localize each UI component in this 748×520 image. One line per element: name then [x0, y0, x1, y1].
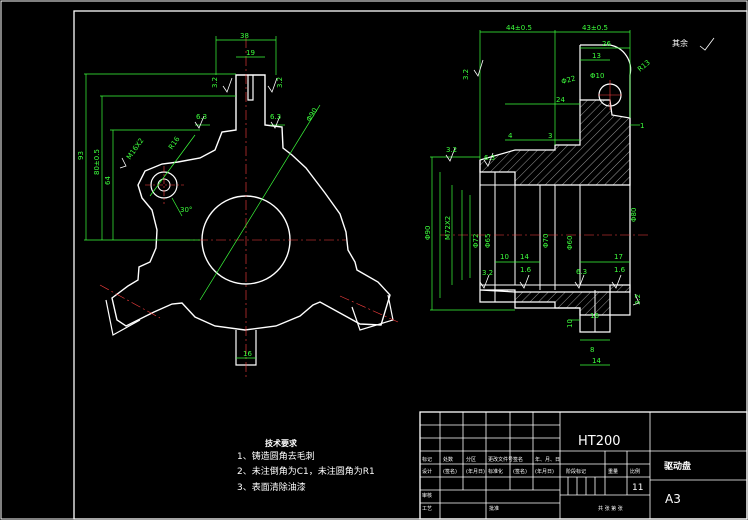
dim-d65: Φ65: [484, 234, 492, 248]
material-text: HT200: [578, 434, 621, 449]
tech-title: 技术要求: [265, 438, 298, 448]
sheet-size: A3: [665, 492, 681, 506]
row-label-5: 年、月、日: [535, 456, 560, 463]
dim-16-side: 16: [590, 312, 599, 320]
dim-ra-3-2-right: 3.2: [276, 77, 284, 88]
dim-d72: Φ72: [472, 234, 480, 248]
dim-d90-side: Φ90: [424, 226, 432, 240]
dim-d10: Φ10: [590, 72, 604, 80]
dim-93: 93: [77, 151, 85, 160]
row-label-2: 分区: [466, 456, 476, 463]
dim-ra-1-6-right: 1.6: [614, 266, 626, 274]
dim-10-side: 10: [566, 319, 574, 328]
front-view: 38 19 3.2 3.2 6.3 6.3 93 80±0.5 64 M16X2…: [77, 32, 399, 380]
dim-ra-6-3-right: 6.3: [270, 113, 281, 121]
tech-item-1: 1、铸造圆角去毛刺: [237, 450, 315, 462]
dim-d22: Φ22: [560, 74, 576, 85]
dim-r16: R16: [167, 135, 182, 151]
surface-mark-label: 其余: [672, 38, 688, 48]
approve-label: 批准: [489, 505, 499, 512]
row-label-1: 处数: [443, 456, 453, 463]
dim-16-bottom: 16: [243, 350, 252, 358]
dim-3: 3: [548, 132, 552, 140]
dim-ra-6-3-left: 6.3: [196, 113, 207, 121]
part-outline: [111, 74, 391, 331]
dim-80: 80±0.5: [93, 149, 101, 175]
dim-ra-1-6-mid: 1.6: [520, 266, 532, 274]
dim-m72: M72X2: [444, 216, 452, 240]
dim-64: 64: [104, 176, 112, 185]
title-block: [419, 411, 748, 520]
dim-ra-3-2-top: 3.2: [462, 69, 470, 80]
row-label-3: 更改文件号: [488, 456, 513, 463]
dim-r13: R13: [636, 59, 652, 74]
dim-ra-6-3-side: 6.3: [484, 154, 495, 162]
weight-label: 重量: [608, 468, 618, 475]
dim-14-bottom: 14: [592, 357, 601, 365]
row-label-0: 标记: [422, 456, 432, 463]
dim-ra-3-2-right: 3.2: [634, 294, 642, 305]
row-label-4: 签名: [513, 456, 523, 463]
dim-ra-3-2-left: 3.2: [211, 77, 219, 88]
dim-10: 10: [500, 253, 509, 261]
outer-border: [0, 0, 748, 520]
dim-d60: Φ60: [566, 236, 574, 250]
dim-1: 1: [640, 122, 644, 130]
dim-d70: Φ70: [542, 234, 550, 248]
row2-label-2: (年月日): [466, 468, 485, 475]
side-view: 44±0.5 43±0.5 26 13 R13 Φ22 Φ10 24 4 3 1…: [424, 24, 715, 366]
title-block-text: HT200 驱动盘 A3 11 标记 处数 分区 更改文件号 签名 年、月、日 …: [422, 434, 691, 512]
tech-item-2: 2、未注倒角为C1，未注圆角为R1: [237, 465, 375, 477]
craft-label: 工艺: [422, 506, 432, 512]
tech-requirements: 技术要求 1、铸造圆角去毛刺 2、未注倒角为C1，未注圆角为R1 3、表面清除油…: [237, 438, 375, 493]
dim-43: 43±0.5: [582, 24, 608, 32]
drawing-frame: [73, 10, 748, 520]
dim-38: 38: [240, 32, 249, 40]
dim-14-top: 14: [520, 253, 529, 261]
dim-d80: Φ80: [630, 208, 638, 222]
dim-ra-3-2-side: 3.2: [446, 146, 457, 154]
dim-19: 19: [246, 49, 255, 57]
scale-label: 比例: [630, 468, 640, 475]
stage-label: 阶段标记: [566, 468, 586, 475]
row2-label-4: (签名): [513, 468, 527, 475]
row2-label-5: (年月日): [535, 468, 554, 475]
row2-label-3: 标准化: [488, 468, 503, 475]
dim-ra-3-2-bottom: 3.2: [482, 269, 493, 277]
row2-label-0: 设计: [422, 468, 432, 475]
count-value: 11: [632, 483, 643, 493]
check-label: 审核: [422, 492, 432, 499]
dim-13: 13: [592, 52, 601, 60]
dim-30deg: 30°: [180, 206, 192, 214]
cad-drawing: 38 19 3.2 3.2 6.3 6.3 93 80±0.5 64 M16X2…: [0, 0, 748, 520]
dim-24: 24: [556, 96, 565, 104]
dim-17: 17: [614, 253, 623, 261]
dim-44: 44±0.5: [506, 24, 532, 32]
dim-4: 4: [508, 132, 513, 140]
part-name: 驱动盘: [664, 460, 691, 472]
dim-m16: M16X2: [125, 137, 145, 161]
tech-item-3: 3、表面清除油漆: [237, 481, 306, 493]
dim-8: 8: [590, 346, 594, 354]
dim-ra-6-3-bottom: 6.3: [576, 268, 587, 276]
row2-label-1: (签名): [443, 468, 457, 475]
dim-26: 26: [602, 40, 611, 48]
sheet-label: 共 张 第 张: [598, 505, 623, 512]
